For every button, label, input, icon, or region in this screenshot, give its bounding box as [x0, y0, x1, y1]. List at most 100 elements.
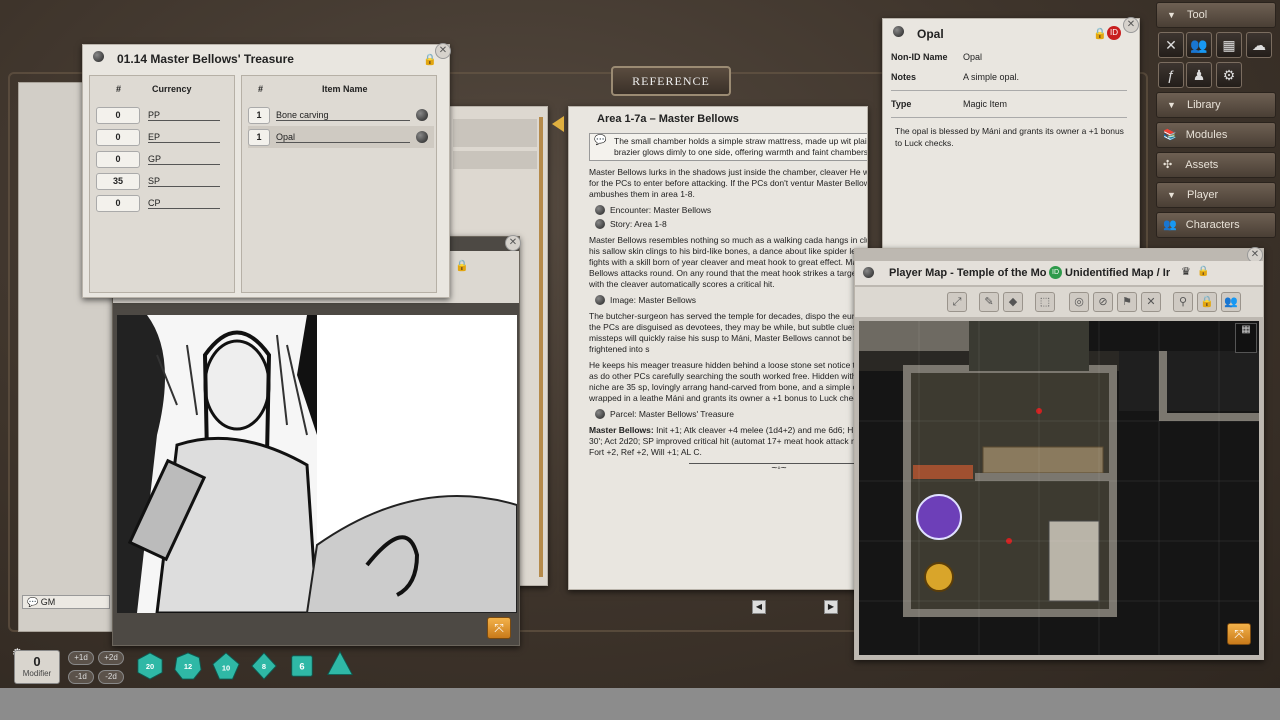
plus-1d-button[interactable]: +1d: [68, 651, 94, 665]
sidebar-header-library[interactable]: ▼ Library: [1156, 92, 1276, 118]
minus-2d-button[interactable]: -2d: [98, 670, 124, 684]
map-grid-menu-icon[interactable]: ▦: [1235, 323, 1257, 353]
close-icon[interactable]: ✕: [505, 235, 521, 251]
window-icon: [93, 51, 104, 62]
sidebar-item-assets[interactable]: ✣ Assets: [1156, 152, 1276, 178]
currency-amount[interactable]: 0: [96, 128, 140, 146]
speech-icon: 💬: [594, 135, 607, 146]
scrollbar[interactable]: [539, 117, 543, 577]
currency-amount[interactable]: 0: [96, 194, 140, 212]
eraser-icon[interactable]: ◆: [1003, 292, 1023, 312]
item-link-icon[interactable]: [416, 131, 428, 143]
notes-value[interactable]: A simple opal.: [963, 72, 1019, 82]
lock-icon[interactable]: 🔒: [423, 53, 437, 66]
currency-name[interactable]: EP: [148, 132, 220, 143]
treasure-parcel-window: 01.14 Master Bellows' Treasure 🔒 ✕ # Cur…: [82, 43, 451, 298]
item-description[interactable]: The opal is blessed by Máni and grants i…: [895, 125, 1127, 149]
lock-icon[interactable]: 🔒: [1197, 266, 1209, 277]
id-toggle-icon[interactable]: ID: [1107, 26, 1121, 40]
type-value[interactable]: Magic Item: [963, 99, 1007, 109]
nonid-value[interactable]: Opal: [963, 52, 982, 62]
currency-name[interactable]: CP: [148, 198, 220, 209]
currency-name[interactable]: GP: [148, 154, 220, 165]
sidebar-item-characters[interactable]: 👥 Characters: [1156, 212, 1276, 238]
tool-party-icon[interactable]: 👥: [1186, 32, 1212, 58]
plus-2d-button[interactable]: +2d: [98, 651, 124, 665]
identified-icon[interactable]: ID: [1049, 266, 1062, 279]
target-icon[interactable]: ◎: [1069, 292, 1089, 312]
list-row[interactable]: [453, 119, 537, 147]
tool-combat-icon[interactable]: ✕: [1158, 32, 1184, 58]
group-icon[interactable]: 👥: [1221, 292, 1241, 312]
item-link-icon[interactable]: [416, 109, 428, 121]
link-encounter[interactable]: Encounter: Master Bellows: [595, 205, 867, 215]
d6-die-icon[interactable]: 6: [288, 652, 316, 680]
d10-die-icon[interactable]: 10: [212, 652, 240, 680]
link-story[interactable]: Story: Area 1-8: [595, 219, 867, 229]
modifier-box[interactable]: 0 Modifier: [14, 650, 60, 684]
story-back-arrow[interactable]: [552, 116, 564, 132]
chevron-down-icon: ▼: [1167, 190, 1176, 200]
item-count[interactable]: 1: [248, 128, 270, 146]
currency-amount[interactable]: 35: [96, 172, 140, 190]
books-icon: 📚: [1163, 129, 1177, 141]
lock-icon[interactable]: 🔒: [1197, 292, 1217, 312]
lock-icon[interactable]: 🔒: [1093, 27, 1107, 40]
tool-calendar-icon[interactable]: ▦: [1216, 32, 1242, 58]
tool-chat-icon[interactable]: ☁: [1246, 32, 1272, 58]
d12-label: 12: [184, 662, 192, 671]
flag-icon[interactable]: ⚑: [1117, 292, 1137, 312]
story-prev-button[interactable]: ◀: [752, 600, 766, 614]
sidebar-tool-label: Tool: [1186, 9, 1208, 21]
share-button[interactable]: ⤧: [487, 617, 511, 639]
story-next-button[interactable]: ▶: [824, 600, 838, 614]
select-icon[interactable]: ⬚: [1035, 292, 1055, 312]
item-count[interactable]: 1: [248, 106, 270, 124]
item-name[interactable]: Bone carving: [276, 110, 410, 121]
characters-icon: 👥: [1163, 219, 1177, 231]
map-canvas[interactable]: ▦ ⤧: [859, 321, 1259, 655]
tool-user-icon[interactable]: ♟: [1186, 62, 1212, 88]
d20-die-icon[interactable]: 20: [136, 652, 164, 680]
reference-plaque[interactable]: REFERENCE: [611, 66, 731, 96]
brush-icon[interactable]: ✎: [979, 292, 999, 312]
currency-name[interactable]: PP: [148, 110, 220, 121]
fullscreen-icon[interactable]: ⤢: [947, 292, 967, 312]
list-row[interactable]: [453, 151, 537, 169]
sidebar-header-player[interactable]: ▼ Player: [1156, 182, 1276, 208]
link-parcel[interactable]: Parcel: Master Bellows' Treasure: [595, 409, 867, 419]
item-name[interactable]: Opal: [276, 132, 410, 143]
hide-icon[interactable]: ⊘: [1093, 292, 1113, 312]
item-row[interactable]: 1 Opal: [248, 126, 434, 148]
sidebar-header-tool[interactable]: ▼ Tool: [1156, 2, 1276, 28]
swords-icon[interactable]: ✕: [1141, 292, 1161, 312]
d12-die-icon[interactable]: 12: [174, 652, 202, 680]
link-image[interactable]: Image: Master Bellows: [595, 295, 867, 305]
currency-amount[interactable]: 0: [96, 106, 140, 124]
tool-effects-icon[interactable]: ƒ: [1158, 62, 1184, 88]
window-icon: [863, 267, 874, 278]
minus-1d-button[interactable]: -1d: [68, 670, 94, 684]
share-button[interactable]: ⤧: [1227, 623, 1251, 645]
pin-icon[interactable]: ⚲: [1173, 292, 1193, 312]
boxed-paragraph: The small chamber holds a simple straw m…: [614, 136, 868, 157]
paragraph-1: Master Bellows lurks in the shadows just…: [589, 167, 868, 199]
lock-icon[interactable]: 🔒: [455, 259, 469, 272]
link-parcel-label: Parcel: Master Bellows' Treasure: [610, 409, 734, 419]
boxed-text: 💬 The small chamber holds a simple straw…: [589, 133, 868, 161]
paragraph-2: Master Bellows resembles nothing so much…: [589, 235, 868, 289]
currency-name[interactable]: SP: [148, 176, 220, 187]
sidebar-item-modules[interactable]: 📚 Modules: [1156, 122, 1276, 148]
close-icon[interactable]: ✕: [1123, 17, 1139, 33]
crown-icon[interactable]: ♛: [1181, 265, 1191, 278]
tool-settings-icon[interactable]: ⚙: [1216, 62, 1242, 88]
currency-amount[interactable]: 0: [96, 150, 140, 168]
d8-die-icon[interactable]: 8: [250, 652, 278, 680]
d10-label: 10: [222, 664, 230, 673]
item-row[interactable]: 1 Bone carving: [248, 104, 434, 126]
chat-identity[interactable]: 💬 GM: [22, 595, 110, 609]
parcel-title: 01.14 Master Bellows' Treasure: [117, 52, 294, 66]
d4-die-icon[interactable]: [326, 650, 354, 678]
close-icon[interactable]: ✕: [435, 43, 451, 59]
story-title: Area 1-7a – Master Bellows: [597, 113, 739, 125]
